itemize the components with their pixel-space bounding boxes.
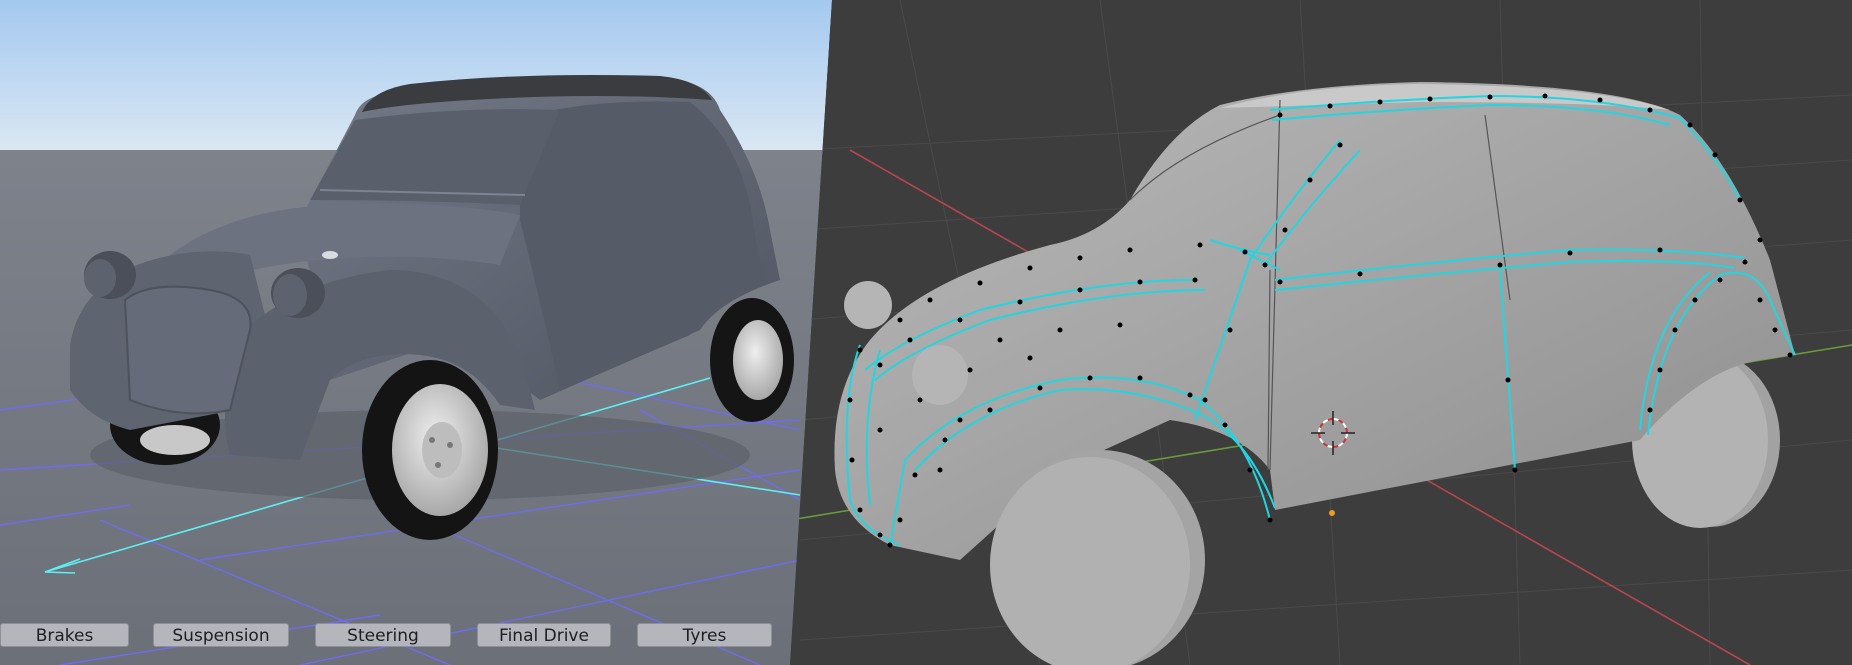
object-origin-icon	[1329, 510, 1335, 516]
scene-canvas	[0, 0, 1852, 665]
tab-final-drive[interactable]: Final Drive	[477, 623, 611, 647]
tab-brakes[interactable]: Brakes	[0, 623, 129, 647]
car-settings-tab-bar: Brakes Suspension Steering Final Drive T…	[0, 623, 780, 649]
tab-steering[interactable]: Steering	[315, 623, 451, 647]
tab-suspension[interactable]: Suspension	[153, 623, 289, 647]
game-viewport[interactable]	[0, 0, 840, 665]
editor-viewport[interactable]	[790, 0, 1852, 665]
tab-tyres[interactable]: Tyres	[637, 623, 772, 647]
